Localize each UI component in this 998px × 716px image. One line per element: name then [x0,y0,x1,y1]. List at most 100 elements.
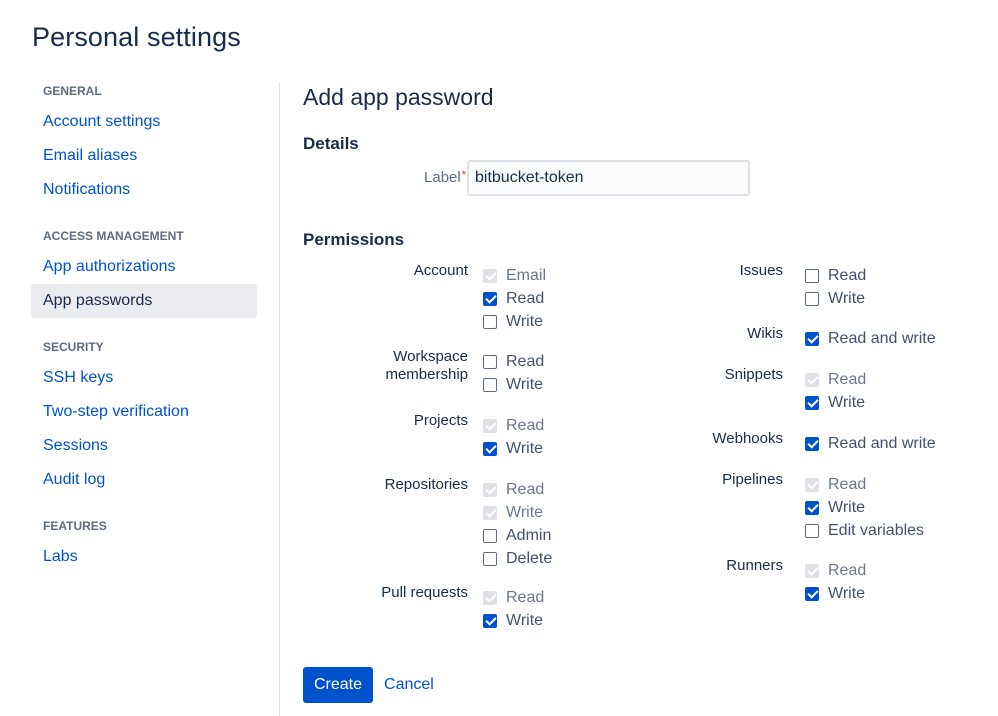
checkbox-label: Write [506,612,543,630]
checkbox-label: Write [506,504,543,522]
permission-options: Read Write [483,414,544,460]
checkbox[interactable] [805,269,819,283]
checkbox-label: Write [828,290,865,308]
permission-options: Read Write Admin Delete [483,478,552,570]
checkbox [483,591,497,605]
checkbox-label: Read [506,290,544,308]
permission-option-runners-write[interactable]: Write [805,582,866,605]
permission-option-repositories-admin[interactable]: Admin [483,524,552,547]
sidebar-item-account-settings[interactable]: Account settings [31,105,257,139]
sidebar-item-labs[interactable]: Labs [31,540,257,574]
checkbox[interactable] [805,396,819,410]
checkbox-label: Read [828,476,866,494]
checkbox-label: Edit variables [828,522,924,540]
permission-option-repositories-read: Read [483,478,552,501]
permission-option-issues-write[interactable]: Write [805,287,866,310]
checkbox[interactable] [483,292,497,306]
permission-option-repositories-delete[interactable]: Delete [483,547,552,570]
permission-option-pull-requests-read: Read [483,586,544,609]
checkbox[interactable] [805,292,819,306]
main-content: Add app password Details Label* Permissi… [303,82,983,112]
sidebar-item-two-step-verification[interactable]: Two-step verification [31,395,257,429]
checkbox [805,373,819,387]
sidebar-item-ssh-keys[interactable]: SSH keys [31,361,257,395]
checkbox[interactable] [483,614,497,628]
permission-options: ReadWrite [805,368,866,414]
permission-options: Email Read Write [483,264,546,333]
checkbox[interactable] [483,552,497,566]
permission-option-pull-requests-write[interactable]: Write [483,609,544,632]
checkbox-label: Email [506,267,546,285]
permission-option-workspace-membership-write[interactable]: Write [483,373,544,396]
checkbox [805,478,819,492]
label-row: Label* [303,160,763,196]
checkbox[interactable] [805,524,819,538]
checkbox[interactable] [483,315,497,329]
page-title: Personal settings [32,22,241,53]
nav-heading: ACCESS MANAGEMENT [31,227,257,245]
permission-group-label: Runners [663,557,783,575]
sidebar-item-email-aliases[interactable]: Email aliases [31,139,257,173]
checkbox-label: Write [506,440,543,458]
checkbox[interactable] [805,332,819,346]
permission-group-label: Webhooks [663,430,783,448]
checkbox-label: Read [828,267,866,285]
sidebar-divider [279,82,280,716]
permission-option-snippets-read: Read [805,368,866,391]
permission-group-label: Issues [663,262,783,280]
checkbox-label: Admin [506,527,551,545]
checkbox[interactable] [483,529,497,543]
checkbox[interactable] [805,501,819,515]
checkbox-label: Write [828,499,865,517]
permission-option-projects-write[interactable]: Write [483,437,544,460]
required-marker: * [462,169,466,181]
checkbox[interactable] [805,437,819,451]
label-input[interactable] [467,160,750,196]
checkbox-label: Read and write [828,330,936,348]
checkbox-label: Read [506,353,544,371]
sidebar-item-sessions[interactable]: Sessions [31,429,257,463]
checkbox[interactable] [805,587,819,601]
checkbox [483,506,497,520]
permission-option-projects-read: Read [483,414,544,437]
permission-options: Read Write [483,350,544,396]
permissions-heading: Permissions [303,230,404,250]
checkbox [483,269,497,283]
permission-option-webhooks-read-and-write[interactable]: Read and write [805,432,936,455]
permission-options: Read Write Edit variables [805,473,924,542]
checkbox-label: Write [506,313,543,331]
sidebar-item-audit-log[interactable]: Audit log [31,463,257,497]
nav-section-general: GENERAL Account settingsEmail aliasesNoti… [31,82,257,207]
permission-options: Read Write [805,264,866,310]
permission-options: Read Write [483,586,544,632]
checkbox-label: Delete [506,550,552,568]
checkbox[interactable] [483,355,497,369]
permission-option-pipelines-write[interactable]: Write [805,496,924,519]
permission-option-snippets-write[interactable]: Write [805,391,866,414]
permission-option-account-email: Email [483,264,546,287]
permission-option-wikis-read-and-write[interactable]: Read and write [805,327,936,350]
permission-option-workspace-membership-read[interactable]: Read [483,350,544,373]
checkbox-label: Read [506,417,544,435]
cancel-button[interactable]: Cancel [384,676,434,694]
create-button[interactable]: Create [303,667,373,703]
nav-heading: GENERAL [31,82,257,100]
sidebar-item-app-passwords[interactable]: App passwords [31,284,257,318]
permission-option-account-read[interactable]: Read [483,287,546,310]
permission-options: Read and write [805,432,936,455]
nav-section-security: SECURITY SSH keysTwo-step verificationSes… [31,338,257,497]
permission-option-issues-read[interactable]: Read [805,264,866,287]
checkbox[interactable] [483,378,497,392]
checkbox[interactable] [483,442,497,456]
nav-heading: SECURITY [31,338,257,356]
permission-options: Read and write [805,327,936,350]
checkbox [483,483,497,497]
checkbox-label: Read [506,589,544,607]
sidebar-item-app-authorizations[interactable]: App authorizations [31,250,257,284]
permission-group-label: Projects [348,412,468,430]
checkbox-label: Read [828,562,866,580]
permission-options: Read Write [805,559,866,605]
permission-option-account-write[interactable]: Write [483,310,546,333]
permission-option-pipelines-edit-variables[interactable]: Edit variables [805,519,924,542]
sidebar-item-notifications[interactable]: Notifications [31,173,257,207]
